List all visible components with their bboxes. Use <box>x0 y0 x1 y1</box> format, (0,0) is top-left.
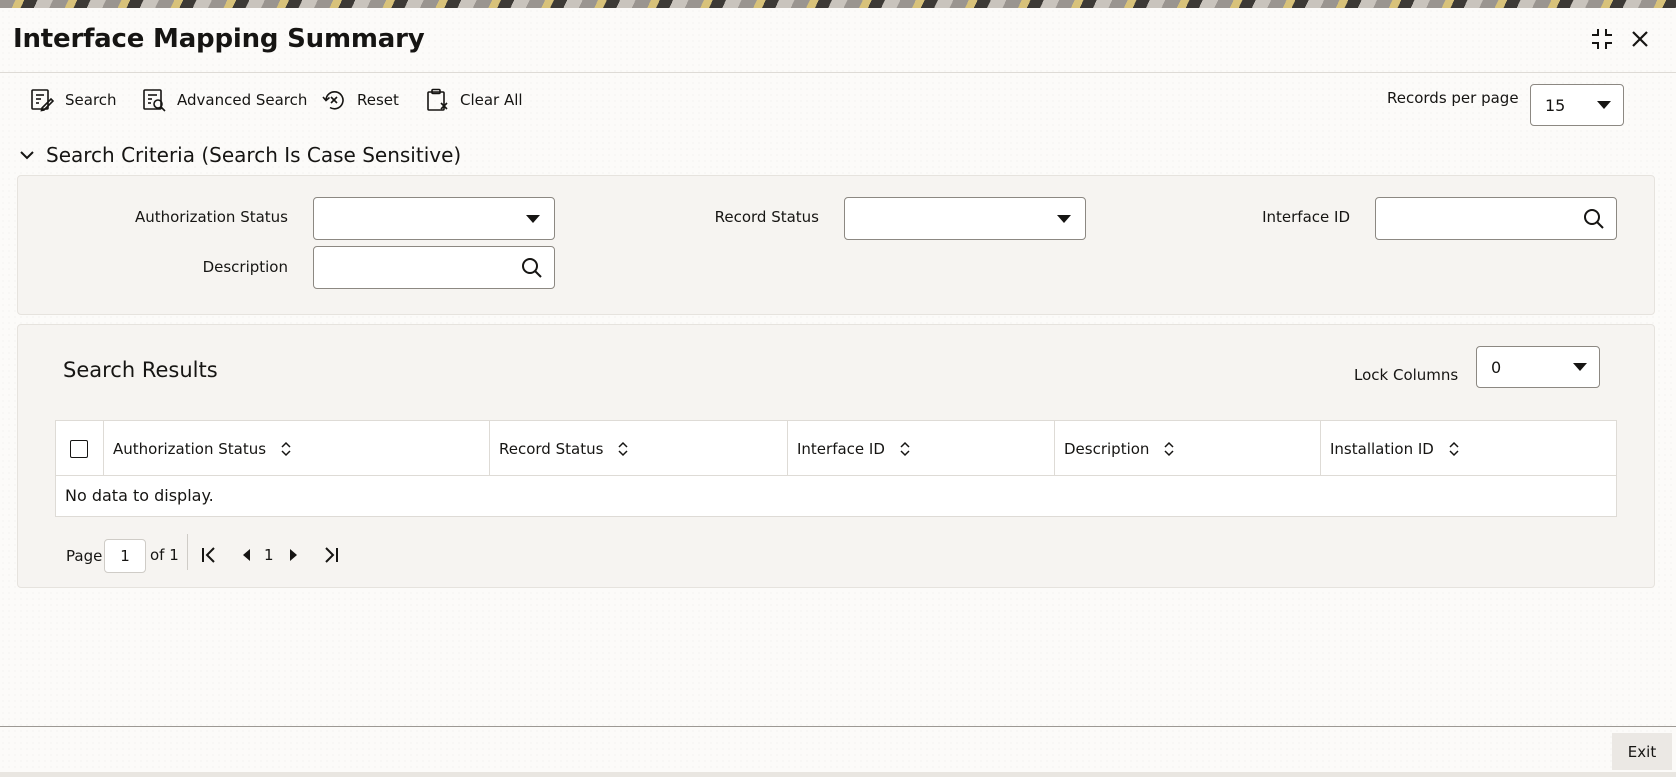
select-all-checkbox[interactable] <box>70 440 88 458</box>
footer-strip <box>0 772 1676 777</box>
pagination: Page <box>66 539 102 573</box>
exit-button[interactable]: Exit <box>1612 733 1672 770</box>
search-criteria-title: Search Criteria (Search Is Case Sensitiv… <box>46 143 462 167</box>
column-header-label: Description <box>1064 439 1150 458</box>
pager-divider <box>187 534 188 570</box>
chevron-down-icon <box>526 215 540 223</box>
description-input[interactable] <box>313 246 555 289</box>
records-per-page-value: 15 <box>1545 95 1566 115</box>
lock-columns-value: 0 <box>1491 357 1502 377</box>
sort-icon <box>281 441 291 456</box>
empty-table-message: No data to display. <box>65 486 214 505</box>
reset-button[interactable]: Reset <box>321 80 399 120</box>
summary-window: Interface Mapping Summary Search Advance… <box>0 8 1676 777</box>
footer-divider <box>0 726 1676 727</box>
column-header-interface-id[interactable]: Interface ID <box>787 421 1054 476</box>
page-count-label: of 1 <box>150 546 179 564</box>
chevron-down-icon <box>1057 215 1071 223</box>
first-page-icon[interactable] <box>198 542 220 568</box>
reset-button-label: Reset <box>357 91 399 109</box>
search-form-icon <box>31 89 55 112</box>
chevron-down-icon <box>1597 101 1611 109</box>
column-header-record-status[interactable]: Record Status <box>489 421 787 476</box>
sort-icon <box>1449 441 1459 456</box>
clear-all-button-label: Clear All <box>460 91 523 109</box>
title-divider <box>0 72 1676 73</box>
search-criteria-panel <box>17 175 1655 315</box>
reset-icon <box>322 91 344 110</box>
chevron-down-icon <box>20 151 34 160</box>
results-table: Authorization Status Record Status Inter… <box>55 420 1617 517</box>
advanced-search-button[interactable]: Advanced Search <box>141 80 307 120</box>
search-results-title: Search Results <box>63 358 218 382</box>
sort-icon <box>1164 441 1174 456</box>
column-header-label: Authorization Status <box>113 439 267 458</box>
column-header-label: Interface ID <box>797 439 885 458</box>
advanced-search-icon <box>143 89 166 112</box>
search-button-label: Search <box>65 91 117 109</box>
record-status-select[interactable] <box>844 197 1086 240</box>
lock-columns-select[interactable]: 0 <box>1476 346 1600 388</box>
top-decorative-strip <box>0 0 1676 8</box>
column-header-label: Installation ID <box>1330 439 1434 458</box>
column-header-installation-id[interactable]: Installation ID <box>1320 421 1616 476</box>
title-bar: Interface Mapping Summary <box>0 8 1676 72</box>
pager-current-page[interactable]: 1 <box>264 546 274 564</box>
sort-icon <box>900 441 910 456</box>
column-header-authorization-status[interactable]: Authorization Status <box>103 421 489 476</box>
lock-columns-label: Lock Columns <box>1354 366 1459 384</box>
records-per-page-select[interactable]: 15 <box>1530 84 1624 126</box>
interface-id-input[interactable] <box>1375 197 1617 240</box>
authorization-status-select[interactable] <box>313 197 555 240</box>
interface-id-label: Interface ID <box>1262 208 1350 226</box>
description-label: Description <box>202 258 288 276</box>
authorization-status-label: Authorization Status <box>134 208 288 226</box>
minimize-icon[interactable] <box>1587 24 1617 54</box>
page-number-input[interactable]: 1 <box>104 539 146 573</box>
page-title: Interface Mapping Summary <box>13 24 425 54</box>
chevron-down-icon <box>1573 363 1587 371</box>
sort-icon <box>618 441 628 456</box>
close-icon[interactable] <box>1625 24 1655 54</box>
clear-all-icon <box>427 88 448 111</box>
column-header-label: Record Status <box>499 439 604 458</box>
previous-page-icon[interactable] <box>236 542 258 568</box>
records-per-page-label: Records per page <box>1387 89 1519 107</box>
search-icon[interactable] <box>520 256 544 280</box>
table-header-row: Authorization Status Record Status Inter… <box>56 421 1616 476</box>
last-page-icon[interactable] <box>320 542 342 568</box>
search-criteria-toggle[interactable]: Search Criteria (Search Is Case Sensitiv… <box>18 140 461 170</box>
search-button[interactable]: Search <box>29 80 117 120</box>
next-page-icon[interactable] <box>282 542 304 568</box>
record-status-label: Record Status <box>714 208 819 226</box>
page-label: Page <box>66 547 103 565</box>
advanced-search-button-label: Advanced Search <box>177 91 308 109</box>
clear-all-button[interactable]: Clear All <box>424 80 523 120</box>
column-header-description[interactable]: Description <box>1054 421 1320 476</box>
search-icon[interactable] <box>1582 207 1606 231</box>
